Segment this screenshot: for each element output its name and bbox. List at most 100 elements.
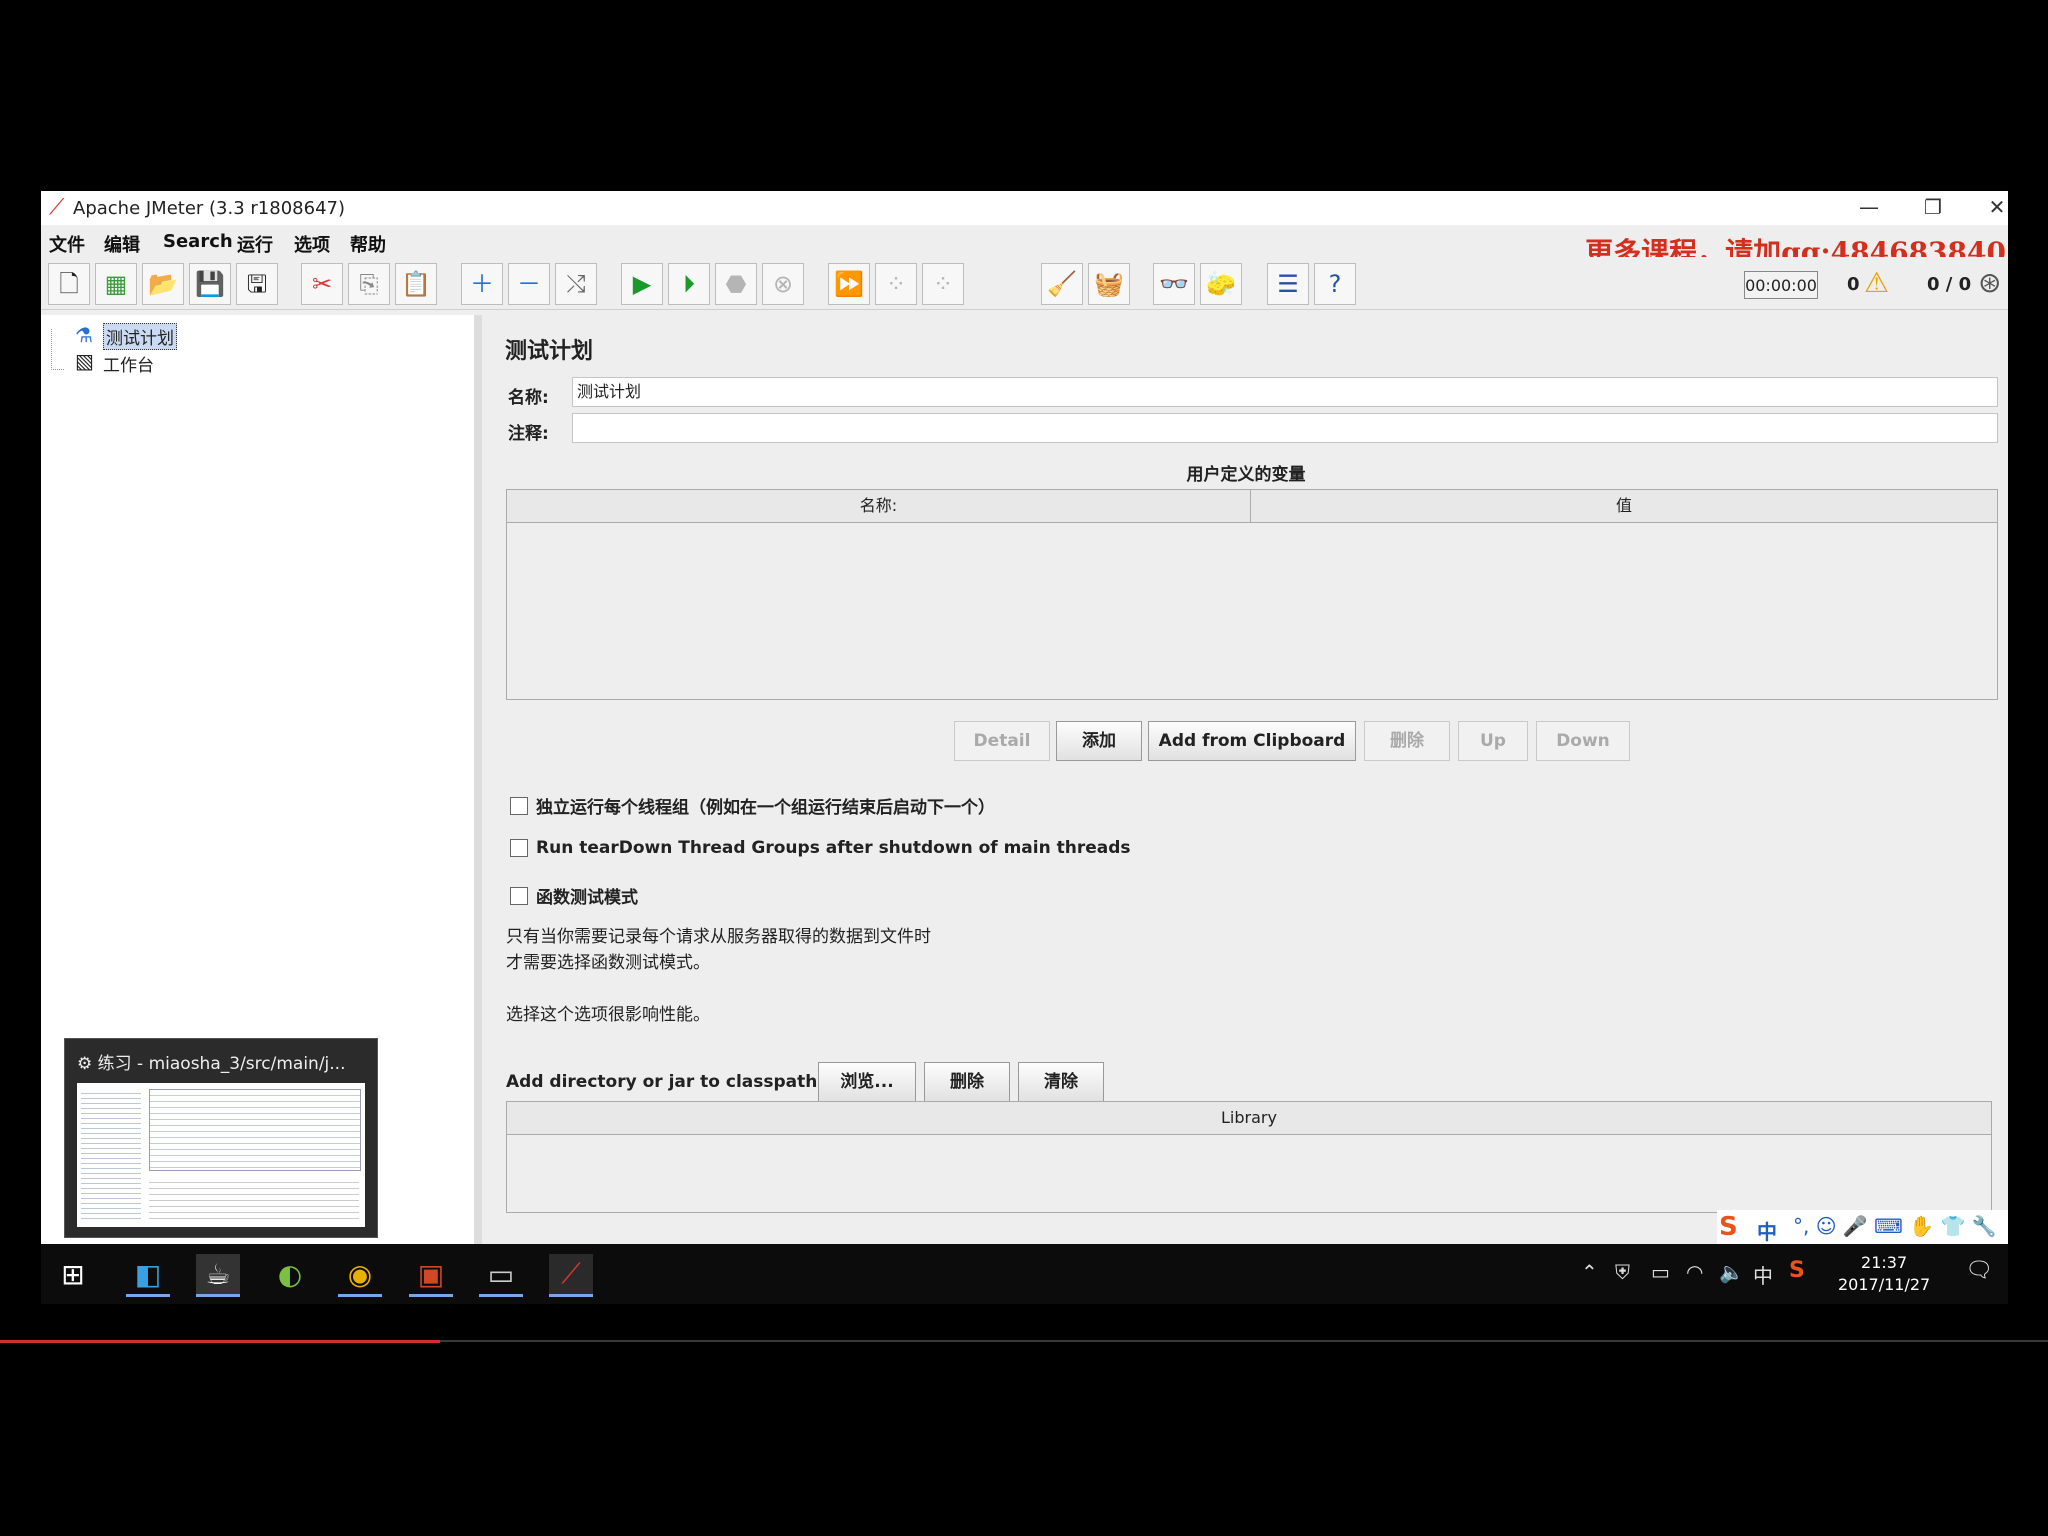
serialize-label: 独立运行每个线程组（例如在一个组运行结束后启动下一个）: [536, 798, 995, 818]
menu-file[interactable]: 文件: [49, 231, 85, 257]
video-progress-track[interactable]: [440, 1340, 2048, 1342]
teardown-label: Run tearDown Thread Groups after shutdow…: [536, 838, 1131, 858]
copy-icon[interactable]: ⎘: [348, 263, 390, 305]
teardown-option[interactable]: Run tearDown Thread Groups after shutdow…: [510, 838, 1131, 858]
open-icon[interactable]: 📂: [142, 263, 184, 305]
window-title: Apache JMeter (3.3 r1808647): [73, 198, 345, 219]
detail-button[interactable]: Detail: [954, 721, 1050, 761]
collapse-icon[interactable]: －: [508, 263, 550, 305]
taskbar: ⊞ ◧ ☕ ◐ ◉ ▣ ▭ ⟋ ⌃ ⛨ ▭ ◠ 🔈 中 S 🗨: [41, 1244, 2008, 1304]
menu-run[interactable]: 运行: [237, 231, 273, 257]
start-no-pauses-icon[interactable]: ⏵: [668, 263, 710, 305]
clear-all-icon[interactable]: 🧺: [1088, 263, 1130, 305]
jmeter-feather-icon: ⟋: [49, 195, 65, 220]
stop-icon[interactable]: ⬣: [715, 263, 757, 305]
comment-field[interactable]: [572, 413, 1998, 443]
serialize-checkbox[interactable]: [510, 796, 528, 815]
reset-search-icon[interactable]: 🧽: [1200, 263, 1242, 305]
name-label: 名称:: [508, 388, 549, 408]
cut-icon[interactable]: ✂: [301, 263, 343, 305]
down-button[interactable]: Down: [1536, 721, 1630, 761]
remote-shutdown-icon[interactable]: ⁘: [922, 263, 964, 305]
minimize-button[interactable]: —: [1849, 193, 1889, 221]
add-button[interactable]: 添加: [1056, 721, 1142, 761]
function-helper-icon[interactable]: ☰: [1267, 263, 1309, 305]
save-as-icon[interactable]: 🖫: [236, 263, 278, 305]
up-button[interactable]: Up: [1458, 721, 1528, 761]
close-button[interactable]: ✕: [1977, 193, 2008, 221]
battery-icon[interactable]: ▭: [1651, 1260, 1670, 1284]
warning-icon[interactable]: ⚠: [1864, 269, 1889, 297]
terminal-icon[interactable]: ▭: [479, 1254, 523, 1297]
functional-mode-checkbox[interactable]: [510, 886, 528, 905]
preview-title-text: 练习 - miaosha_3/src/main/j...: [97, 1054, 346, 1074]
tree-node-workbench[interactable]: 工作台: [103, 351, 154, 376]
classpath-label: Add directory or jar to classpath: [506, 1072, 818, 1092]
toggle-icon[interactable]: ⤭: [555, 263, 597, 305]
column-header-name[interactable]: 名称:: [507, 490, 1251, 523]
search-icon[interactable]: 👓: [1153, 263, 1195, 305]
sogou-icon[interactable]: S: [1719, 1212, 1738, 1242]
wifi-icon[interactable]: ◠: [1686, 1260, 1703, 1284]
save-icon[interactable]: 💾: [189, 263, 231, 305]
functional-mode-note-1: 只有当你需要记录每个请求从服务器取得的数据到文件时: [506, 927, 931, 947]
menu-edit[interactable]: 编辑: [104, 231, 140, 257]
expand-icon[interactable]: ＋: [461, 263, 503, 305]
remote-stop-icon[interactable]: ⁘: [875, 263, 917, 305]
java-app-icon[interactable]: ☕: [196, 1254, 240, 1297]
test-plan-panel: 测试计划 名称: 测试计划 注释: 用户定义的变量 名称: 值 Detail 添…: [490, 315, 2008, 1244]
app-green-icon[interactable]: ◐: [268, 1254, 312, 1294]
volume-icon[interactable]: 🔈: [1719, 1260, 1744, 1284]
ime-mode-label[interactable]: 中: [1757, 1216, 1777, 1245]
jmeter-task-icon[interactable]: ⟋: [549, 1254, 593, 1297]
preview-editor-lines: [149, 1089, 361, 1171]
menu-help[interactable]: 帮助: [350, 231, 386, 257]
ime-icons[interactable]: °, ☺ 🎤 ⌨ ✋ 👕 🔧: [1793, 1214, 1997, 1238]
user-vars-table[interactable]: 名称: 值: [506, 489, 1998, 700]
windows-start-icon[interactable]: ⊞: [51, 1254, 95, 1294]
functional-mode-label: 函数测试模式: [536, 888, 638, 908]
delete-button[interactable]: 删除: [1364, 721, 1450, 761]
chrome-icon[interactable]: ◉: [338, 1254, 382, 1297]
menu-search[interactable]: Search: [163, 231, 233, 252]
restore-button[interactable]: ❐: [1913, 193, 1953, 221]
toolbar: 🗋 ▦ 📂 💾 🖫 ✂ ⎘ 📋 ＋ － ⤭ ▶ ⏵ ⬣ ⊗ ⏩ ⁘ ⁘ 🧹 🧺 …: [41, 257, 2008, 310]
tray-shield-icon[interactable]: ⛨: [1615, 1260, 1630, 1284]
settings-gear-icon: ⚙: [77, 1054, 98, 1074]
powerpoint-icon[interactable]: ▣: [409, 1254, 453, 1297]
remote-start-icon[interactable]: ⏩: [828, 263, 870, 305]
preview-console-lines: [149, 1177, 359, 1221]
column-header-library[interactable]: Library: [507, 1102, 1991, 1135]
new-icon[interactable]: 🗋: [48, 263, 90, 305]
browse-button[interactable]: 浏览...: [818, 1062, 916, 1102]
system-clock[interactable]: 21:37 2017/11/27: [1838, 1252, 1930, 1296]
workbench-icon: ▧: [75, 349, 94, 373]
ime-tray-label[interactable]: 中: [1753, 1260, 1773, 1289]
start-icon[interactable]: ▶: [621, 263, 663, 305]
help-icon[interactable]: ?: [1314, 263, 1356, 305]
column-header-value[interactable]: 值: [1251, 490, 1997, 523]
tray-chevron-icon[interactable]: ⌃: [1581, 1260, 1598, 1284]
paste-icon[interactable]: 📋: [395, 263, 437, 305]
teardown-checkbox[interactable]: [510, 839, 528, 857]
intellij-icon[interactable]: ◧: [126, 1254, 170, 1297]
taskbar-preview[interactable]: ⚙ 练习 - miaosha_3/src/main/j...: [64, 1038, 378, 1238]
add-from-clipboard-button[interactable]: Add from Clipboard: [1148, 721, 1356, 761]
serialize-thread-groups-option[interactable]: 独立运行每个线程组（例如在一个组运行结束后启动下一个）: [510, 793, 995, 818]
shutdown-icon[interactable]: ⊗: [762, 263, 804, 305]
library-table[interactable]: Library: [506, 1101, 1992, 1213]
clock-date: 2017/11/27: [1838, 1275, 1931, 1294]
templates-icon[interactable]: ▦: [95, 263, 137, 305]
preview-thumbnail[interactable]: [77, 1083, 365, 1227]
menu-options[interactable]: 选项: [294, 231, 330, 257]
name-field[interactable]: 测试计划: [572, 377, 1998, 407]
classpath-clear-button[interactable]: 清除: [1018, 1062, 1104, 1102]
sogou-tray-icon[interactable]: S: [1789, 1258, 1805, 1283]
video-progress-played[interactable]: [0, 1340, 440, 1343]
classpath-delete-button[interactable]: 删除: [924, 1062, 1010, 1102]
notification-icon[interactable]: 🗨: [1965, 1258, 1993, 1283]
tree-node-test-plan[interactable]: 测试计划: [103, 323, 177, 350]
elapsed-timer: 00:00:00: [1744, 271, 1818, 299]
clear-icon[interactable]: 🧹: [1041, 263, 1083, 305]
functional-mode-option[interactable]: 函数测试模式: [510, 883, 638, 908]
